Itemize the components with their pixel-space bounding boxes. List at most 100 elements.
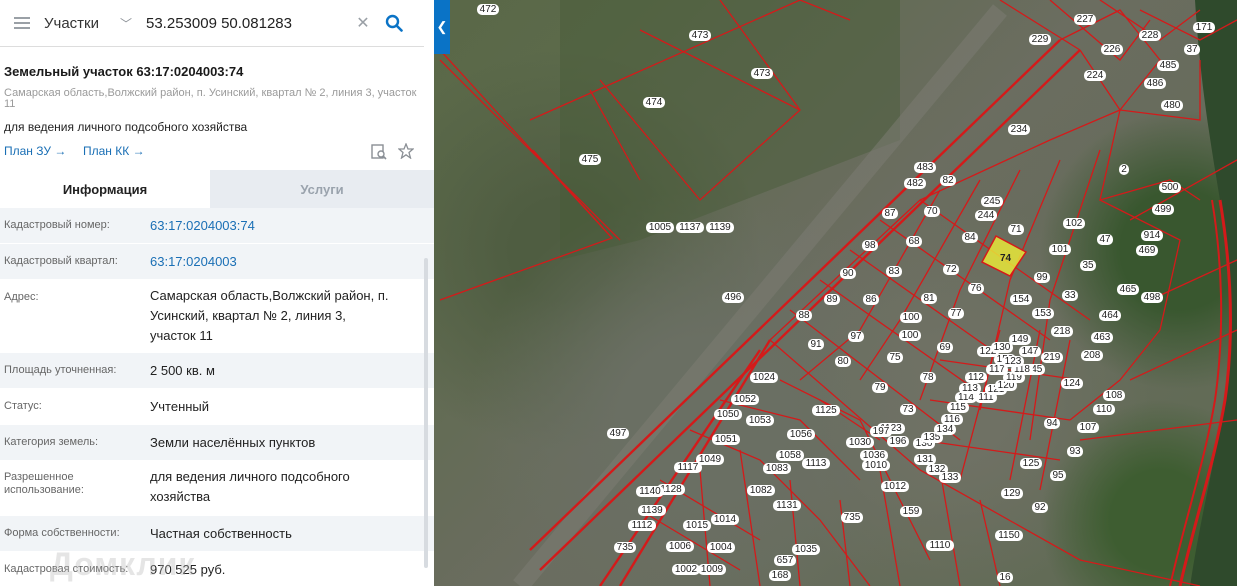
plot-number-label[interactable]: 83 [888,266,900,277]
plot-number-label[interactable]: 463 [1094,332,1111,343]
plot-number-label[interactable]: 108 [1106,390,1123,401]
plot-number-label[interactable]: 123 [1005,356,1022,367]
plot-number-label[interactable]: 464 [1102,310,1119,321]
plot-number-label[interactable]: 500 [1162,182,1179,193]
plot-number-label[interactable]: 110 [1096,404,1112,415]
plot-number-label[interactable]: 171 [1196,22,1213,33]
plot-number-label[interactable]: 483 [917,162,934,173]
plot-number-label[interactable]: 1082 [750,485,773,496]
plot-number-label[interactable]: 124 [1064,378,1081,389]
star-icon[interactable] [398,143,414,159]
plot-number-label[interactable]: 914 [1144,230,1161,241]
plot-number-label[interactable]: 1125 [815,405,837,416]
plot-number-label[interactable]: 1009 [701,564,724,575]
plot-number-label[interactable]: 1056 [790,429,813,440]
plot-number-label[interactable]: 73 [902,404,914,415]
plot-number-label[interactable]: 94 [1046,418,1058,429]
plan-zu-link[interactable]: План ЗУ → [4,144,66,158]
plot-number-label[interactable]: 1137 [679,222,701,233]
plot-number-label[interactable]: 101 [1052,244,1069,255]
plot-number-label[interactable]: 69 [939,342,951,353]
plot-number-label[interactable]: 112 [968,372,984,383]
plot-number-label[interactable]: 1083 [766,463,789,474]
plot-number-label[interactable]: 16 [999,572,1011,583]
plot-number-label[interactable]: 84 [964,232,976,243]
plot-number-label[interactable]: 473 [754,68,771,79]
close-icon[interactable]: ✕ [350,13,376,33]
plot-number-label[interactable]: 496 [725,292,742,303]
plot-number-label[interactable]: 130 [994,342,1011,353]
tab-services[interactable]: Услуги [210,170,434,208]
plot-number-label[interactable]: 77 [950,308,962,319]
plot-number-label[interactable]: 1150 [998,530,1020,541]
plot-number-label[interactable]: 486 [1147,78,1164,89]
plot-number-label[interactable]: 1024 [753,372,776,383]
plot-number-label[interactable]: 117 [989,364,1005,375]
plot-number-label[interactable]: 81 [923,293,935,304]
plot-number-label[interactable]: 226 [1104,44,1121,55]
plot-number-label[interactable]: 480 [1164,100,1181,111]
plot-number-label[interactable]: 499 [1155,204,1172,215]
plot-number-label[interactable]: 1051 [715,434,738,445]
plan-kk-link[interactable]: План КК → [83,144,145,158]
plot-number-label[interactable]: 2 [1121,164,1127,175]
plot-number-label[interactable]: 1012 [884,481,907,492]
plot-number-label[interactable]: 147 [1022,346,1039,357]
plot-number-label[interactable]: 234 [1011,124,1028,135]
plot-number-label[interactable]: 218 [1054,326,1071,337]
plot-number-label[interactable]: 72 [945,264,957,275]
plot-number-label[interactable]: 125 [1023,458,1040,469]
plot-number-label[interactable]: 35 [1082,260,1094,271]
plot-number-label[interactable]: 154 [1013,294,1030,305]
plot-number-label[interactable]: 1117 [678,462,699,473]
plot-number-label[interactable]: 1139 [641,505,663,516]
plot-number-label[interactable]: 80 [837,356,849,367]
plot-number-label[interactable]: 1002 [675,564,698,575]
plot-number-label[interactable]: 1112 [632,520,653,531]
plot-number-label[interactable]: 115 [950,402,966,413]
plot-number-label[interactable]: 244 [978,210,995,221]
plot-number-label[interactable]: 149 [1012,334,1029,345]
plot-number-label[interactable]: 219 [1044,352,1061,363]
plot-number-label[interactable]: 224 [1087,70,1104,81]
plot-number-label[interactable]: 1030 [849,437,872,448]
plot-number-label[interactable]: 99 [1036,272,1048,283]
plot-number-label[interactable]: 1058 [779,450,802,461]
plot-number-label[interactable]: 87 [884,208,896,219]
plot-number-label[interactable]: 245 [984,196,1001,207]
plot-number-label[interactable]: 1035 [795,544,818,555]
plot-number-label[interactable]: 498 [1144,292,1161,303]
plot-number-label[interactable]: 1113 [806,458,827,469]
plot-number-label[interactable]: 92 [1034,502,1046,513]
plot-number-label[interactable]: 88 [798,310,810,321]
plot-number-label[interactable]: 482 [907,178,924,189]
plot-number-label[interactable]: 86 [865,294,877,305]
plot-number-label[interactable]: 153 [1035,308,1052,319]
plot-number-label[interactable]: 497 [610,428,627,439]
plot-number-label[interactable]: 89 [826,294,838,305]
plot-number-label[interactable]: 79 [874,382,886,393]
plot-number-label[interactable]: 1140 [639,486,661,497]
search-button[interactable] [376,0,412,46]
plot-number-label[interactable]: 1110 [930,540,951,551]
search-input[interactable] [142,8,350,38]
plot-number-label[interactable]: 37 [1186,44,1198,55]
cadastral-quarter-link[interactable]: 63:17:0204003 [150,252,420,272]
plot-number-label[interactable]: 129 [1004,488,1021,499]
plot-number-label[interactable]: 735 [844,512,861,523]
plot-number-label[interactable]: 133 [942,472,959,483]
plot-number-label[interactable]: 474 [646,97,663,108]
plot-number-label[interactable]: 134 [937,424,954,435]
plot-number-label[interactable]: 228 [1142,30,1159,41]
plot-number-label[interactable]: 78 [922,372,934,383]
plot-number-label[interactable]: 90 [842,268,854,279]
plot-number-label[interactable]: 196 [890,436,907,447]
plot-number-label[interactable]: 208 [1084,350,1101,361]
document-search-icon[interactable] [370,143,388,161]
tab-information[interactable]: Информация [0,170,210,208]
plot-number-label[interactable]: 475 [582,154,599,165]
plot-number-label[interactable]: 116 [944,414,960,425]
plot-number-label[interactable]: 75 [889,352,901,363]
plot-number-label[interactable]: 93 [1069,446,1081,457]
plot-number-label[interactable]: 1010 [865,460,888,471]
